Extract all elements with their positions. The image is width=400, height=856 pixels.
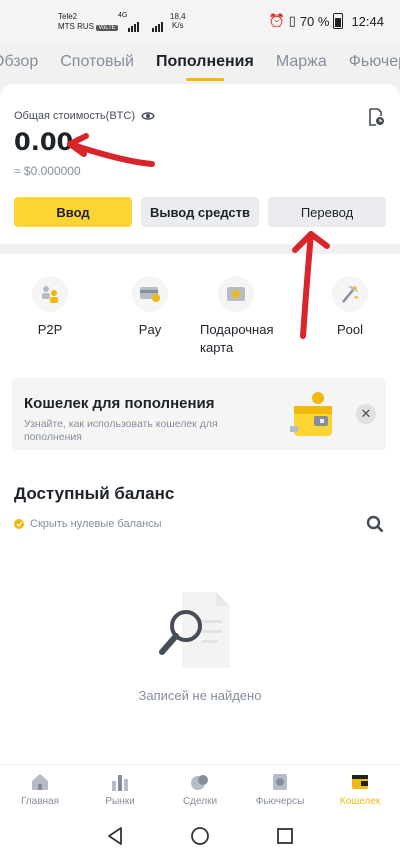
nav-label: Фьючерсы <box>255 796 305 807</box>
battery-icon <box>333 13 344 29</box>
signal-icon <box>128 14 140 32</box>
nav-trades[interactable]: Сделки <box>160 765 240 819</box>
system-navigation <box>0 818 400 856</box>
banner-close-icon[interactable]: ✕ <box>356 404 376 424</box>
total-value-label: Общая стоимость(BTC) <box>14 110 155 122</box>
futures-icon <box>273 774 287 790</box>
empty-state-text: Записей не найдено <box>138 688 262 703</box>
wallet-illustration-icon <box>290 392 332 436</box>
status-bar: Tele2 MTS RUS VoLTE 4G 18,4 K/s ⏰ ▯ 70 %… <box>0 0 400 42</box>
search-icon[interactable] <box>366 515 384 533</box>
annotation-arrow-transfer <box>292 231 330 339</box>
pool-icon <box>332 276 368 312</box>
wallet-icon <box>352 775 368 789</box>
home-circle-icon[interactable] <box>190 826 210 846</box>
home-icon <box>32 774 48 790</box>
main-content: P2P Pay Подарочная карта Pool Кошелек дл… <box>0 254 400 764</box>
vibrate-icon: ▯ <box>288 13 296 28</box>
banner-title: Кошелек для пополнения <box>24 395 215 412</box>
pay-icon <box>132 276 168 312</box>
hide-zero-label: Скрыть нулевые балансы <box>30 518 162 530</box>
wallet-tabs: Обзор Спотовый Пополнения Маржа Фьючерс <box>0 44 400 81</box>
transfer-button[interactable]: Перевод <box>268 197 386 227</box>
tab-overview[interactable]: Обзор <box>0 44 38 80</box>
funding-wallet-banner[interactable]: Кошелек для пополнения Узнайте, как испо… <box>12 378 386 450</box>
recents-icon[interactable] <box>276 827 294 845</box>
alarm-icon: ⏰ <box>268 13 285 28</box>
checkbox-checked-icon[interactable] <box>14 519 24 529</box>
back-icon[interactable] <box>106 826 124 846</box>
quick-action-label: P2P <box>37 322 63 337</box>
nav-label: Сделки <box>182 796 218 807</box>
network-speed: 18,4 K/s <box>170 12 186 30</box>
history-icon[interactable] <box>368 108 384 126</box>
quick-action-label: Подарочная карта <box>200 322 274 355</box>
signal-icon-2 <box>152 14 164 32</box>
carrier-2: MTS RUS VoLTE <box>58 22 118 31</box>
deposit-button[interactable]: Ввод <box>14 197 132 227</box>
withdraw-button[interactable]: Вывод средств <box>141 197 259 227</box>
nav-label: Главная <box>20 796 60 807</box>
no-records-icon <box>159 592 230 668</box>
eye-icon[interactable] <box>141 111 155 121</box>
nav-futures[interactable]: Фьючерсы <box>240 765 320 819</box>
status-right: ⏰ ▯ 70 % 12:44 <box>268 13 384 29</box>
quick-action-pay[interactable]: Pay <box>110 276 190 339</box>
carrier-info: Tele2 MTS RUS VoLTE <box>58 12 118 33</box>
tab-margin[interactable]: Маржа <box>276 44 327 80</box>
trades-icon <box>191 775 208 790</box>
volte-badge: VoLTE <box>96 25 118 31</box>
network-type: 4G <box>118 12 128 19</box>
tab-funding[interactable]: Пополнения <box>156 44 254 81</box>
clock: 12:44 <box>351 13 384 29</box>
tab-spot[interactable]: Спотовый <box>60 44 134 80</box>
nav-label: Рынки <box>105 796 135 807</box>
available-balance-title: Доступный баланс <box>14 484 175 503</box>
tab-futures[interactable]: Фьючерс <box>349 44 400 80</box>
quick-action-label: Pay <box>138 322 162 337</box>
nav-markets[interactable]: Рынки <box>80 765 160 819</box>
battery-percent: 70 % <box>299 13 330 29</box>
annotation-arrow-total <box>67 133 155 167</box>
quick-action-p2p[interactable]: P2P <box>10 276 90 339</box>
nav-label: Кошелек <box>339 796 381 807</box>
hide-zero-balances-toggle[interactable]: Скрыть нулевые балансы <box>14 518 162 530</box>
nav-home[interactable]: Главная <box>0 765 80 819</box>
section-divider <box>0 246 400 254</box>
quick-action-gift-card[interactable]: Подарочная карта <box>192 276 274 357</box>
gift-card-icon <box>218 276 254 312</box>
p2p-icon <box>32 276 68 312</box>
nav-wallet[interactable]: Кошелек <box>320 765 400 819</box>
bottom-navigation: Главная Рынки Сделки Фьючерсы Кошелек <box>0 764 400 819</box>
banner-description: Узнайте, как использовать кошелек для по… <box>24 418 218 443</box>
carrier-1: Tele2 <box>58 12 78 21</box>
markets-icon <box>112 775 128 791</box>
